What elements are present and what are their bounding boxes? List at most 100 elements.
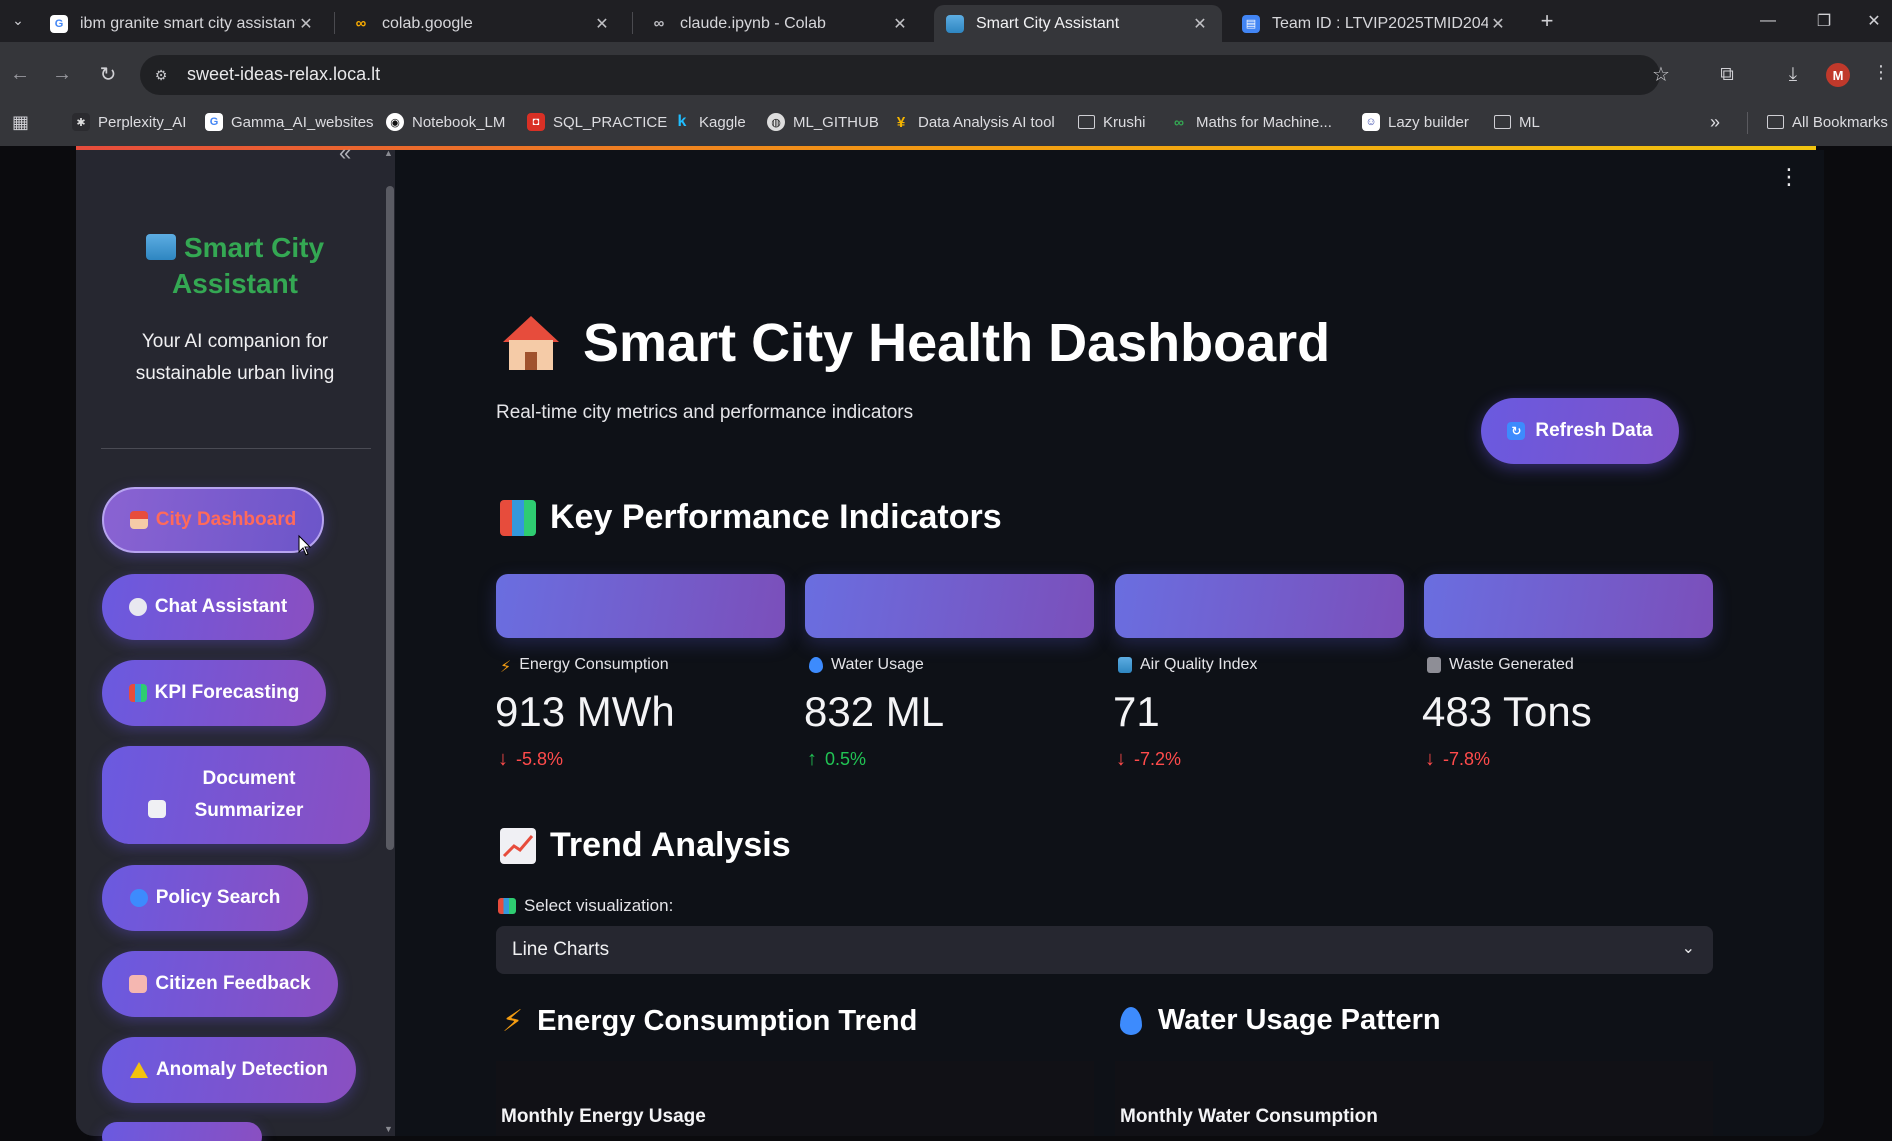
maths-icon: ∞	[1174, 114, 1184, 130]
scroll-down-arrow-icon[interactable]: ▼	[384, 1124, 393, 1134]
chart-increasing-icon	[500, 827, 536, 864]
kpi-card-banner	[1424, 574, 1713, 638]
sidebar-scrollbar-thumb[interactable]	[386, 186, 394, 850]
select-visualization-label: Select visualization:	[498, 896, 673, 916]
close-tab-icon[interactable]: ✕	[890, 14, 910, 34]
tab-title: Smart City Assistant	[976, 14, 1120, 32]
apps-grid-icon[interactable]: ▦	[12, 112, 34, 134]
docs-icon: ▤	[1242, 14, 1260, 33]
restore-window-icon[interactable]: ❐	[1800, 4, 1848, 38]
back-arrow-icon[interactable]: ←	[4, 58, 36, 90]
profile-avatar[interactable]: M	[1826, 63, 1850, 87]
chevron-down-icon: ⌄	[1681, 940, 1695, 957]
bookmark-item[interactable]: ML	[1494, 109, 1540, 135]
bookmark-item[interactable]: ◘ SQL_PRACTICE	[527, 109, 667, 135]
address-bar-url[interactable]: sweet-ideas-relax.loca.lt	[187, 64, 380, 85]
browser-tab[interactable]: G ibm granite smart city assistant ✕	[38, 5, 328, 42]
lightning-icon: ⚡	[502, 1005, 524, 1038]
folder-icon	[1078, 115, 1095, 129]
close-tab-icon[interactable]: ✕	[592, 14, 612, 34]
bookmark-separator	[1747, 112, 1748, 134]
close-tab-icon[interactable]: ✕	[1190, 14, 1210, 34]
browser-tab[interactable]: ∞ claude.ipynb - Colab ✕	[638, 5, 922, 42]
nav-item-partial[interactable]	[102, 1122, 262, 1141]
memo-icon	[129, 975, 148, 993]
kpi-label: Waste Generated	[1427, 656, 1574, 674]
refresh-icon: ↻	[1507, 422, 1526, 440]
extensions-puzzle-icon[interactable]: ⧉	[1712, 60, 1742, 90]
minimize-window-icon[interactable]: —	[1744, 4, 1792, 38]
bookmark-item[interactable]: ✱ Perplexity_AI	[72, 109, 186, 135]
kpi-card-banner	[496, 574, 785, 638]
bookmark-item[interactable]: ☺ Lazy builder	[1362, 109, 1469, 135]
folder-icon	[1494, 115, 1511, 129]
bar-chart-icon	[128, 684, 147, 702]
energy-trend-heading: ⚡ Energy Consumption Trend	[502, 1005, 918, 1038]
kpi-card-banner	[805, 574, 1094, 638]
forward-arrow-icon[interactable]: →	[46, 58, 78, 90]
sidebar-title: Smart City Assistant	[130, 230, 340, 302]
site-settings-icon[interactable]: ⚙	[150, 64, 172, 86]
water-chart-title: Monthly Water Consumption	[1120, 1106, 1378, 1127]
close-window-icon[interactable]: ✕	[1850, 4, 1892, 38]
bookmark-item[interactable]: ◉ Notebook_LM	[386, 109, 505, 135]
visualization-select[interactable]: Line Charts ⌄	[496, 926, 1713, 974]
refresh-data-button[interactable]: ↻ Refresh Data	[1481, 398, 1679, 464]
more-bookmarks-icon[interactable]: »	[1710, 109, 1720, 135]
browser-menu-icon[interactable]: ⋮	[1872, 62, 1890, 83]
nav-citizen-feedback[interactable]: Citizen Feedback	[102, 951, 338, 1017]
close-tab-icon[interactable]: ✕	[296, 14, 316, 34]
browser-tab[interactable]: ▤ Team ID : LTVIP2025TMID20497 ✕	[1230, 5, 1520, 42]
water-drop-icon	[1120, 1006, 1142, 1035]
tab-title: claude.ipynb - Colab	[680, 14, 826, 32]
nav-policy-search[interactable]: Policy Search	[102, 865, 308, 931]
document-icon	[148, 800, 166, 818]
bookmark-item[interactable]: ∞ Maths for Machine...	[1170, 109, 1332, 135]
nav-document-summarizer[interactable]: Document Summarizer	[102, 746, 370, 844]
city-building-icon	[946, 14, 964, 33]
tab-title: Team ID : LTVIP2025TMID20497	[1272, 14, 1488, 32]
nav-anomaly-detection[interactable]: Anomaly Detection	[102, 1037, 356, 1103]
data-analysis-icon: ¥	[896, 113, 906, 131]
nav-kpi-forecasting[interactable]: KPI Forecasting	[102, 660, 326, 726]
kpi-value: 832 ML	[804, 688, 945, 735]
globe-icon: ◍	[767, 113, 785, 131]
bookmark-item[interactable]: G Gamma_AI_websites	[205, 109, 374, 135]
bookmark-star-icon[interactable]: ☆	[1652, 62, 1670, 87]
perplexity-icon: ✱	[72, 113, 90, 131]
browser-tab-active[interactable]: Smart City Assistant ✕	[934, 5, 1222, 42]
all-bookmarks-button[interactable]: All Bookmarks	[1767, 109, 1888, 135]
arrow-down-icon: ↓	[1116, 748, 1126, 770]
notebooklm-icon: ◉	[386, 113, 404, 131]
app-menu-icon[interactable]: ⋮	[1778, 166, 1800, 188]
browser-tab[interactable]: ∞ colab.google ✕	[340, 5, 624, 42]
colab-icon: ∞	[355, 15, 367, 32]
close-tab-icon[interactable]: ✕	[1488, 14, 1508, 34]
bookmark-item[interactable]: ◍ ML_GITHUB	[767, 109, 879, 135]
reload-icon[interactable]: ↻	[92, 58, 124, 90]
energy-chart-title: Monthly Energy Usage	[501, 1106, 706, 1127]
scroll-up-arrow-icon[interactable]: ▲	[384, 148, 393, 158]
factory-icon	[1118, 657, 1132, 673]
download-icon[interactable]: ⤓	[1778, 60, 1808, 90]
bar-chart-icon	[500, 499, 536, 536]
google-g-icon: G	[50, 14, 68, 33]
kpi-delta: ↓ -7.2%	[1116, 748, 1182, 770]
bar-chart-icon	[498, 898, 516, 914]
nav-city-dashboard[interactable]: City Dashboard	[102, 487, 324, 553]
kpi-delta: ↓ -5.8%	[498, 748, 564, 770]
kpi-value: 913 MWh	[495, 688, 675, 735]
tab-title: ibm granite smart city assistant	[80, 14, 296, 32]
warning-icon	[129, 1062, 148, 1078]
nav-chat-assistant[interactable]: Chat Assistant	[102, 574, 314, 640]
new-tab-button[interactable]: +	[1532, 6, 1562, 36]
collapse-sidebar-icon[interactable]: «	[339, 140, 351, 166]
bookmark-item[interactable]: Krushi	[1078, 109, 1146, 135]
tab-separator	[632, 12, 633, 34]
tab-search-chevron-icon[interactable]: ⌄	[4, 6, 32, 34]
bookmark-item[interactable]: ¥ Data Analysis AI tool	[892, 109, 1055, 135]
colab-icon: ∞	[653, 15, 665, 32]
mouse-cursor-icon	[298, 534, 312, 556]
waste-bin-icon	[1427, 657, 1441, 673]
bookmark-item[interactable]: k Kaggle	[673, 109, 746, 135]
